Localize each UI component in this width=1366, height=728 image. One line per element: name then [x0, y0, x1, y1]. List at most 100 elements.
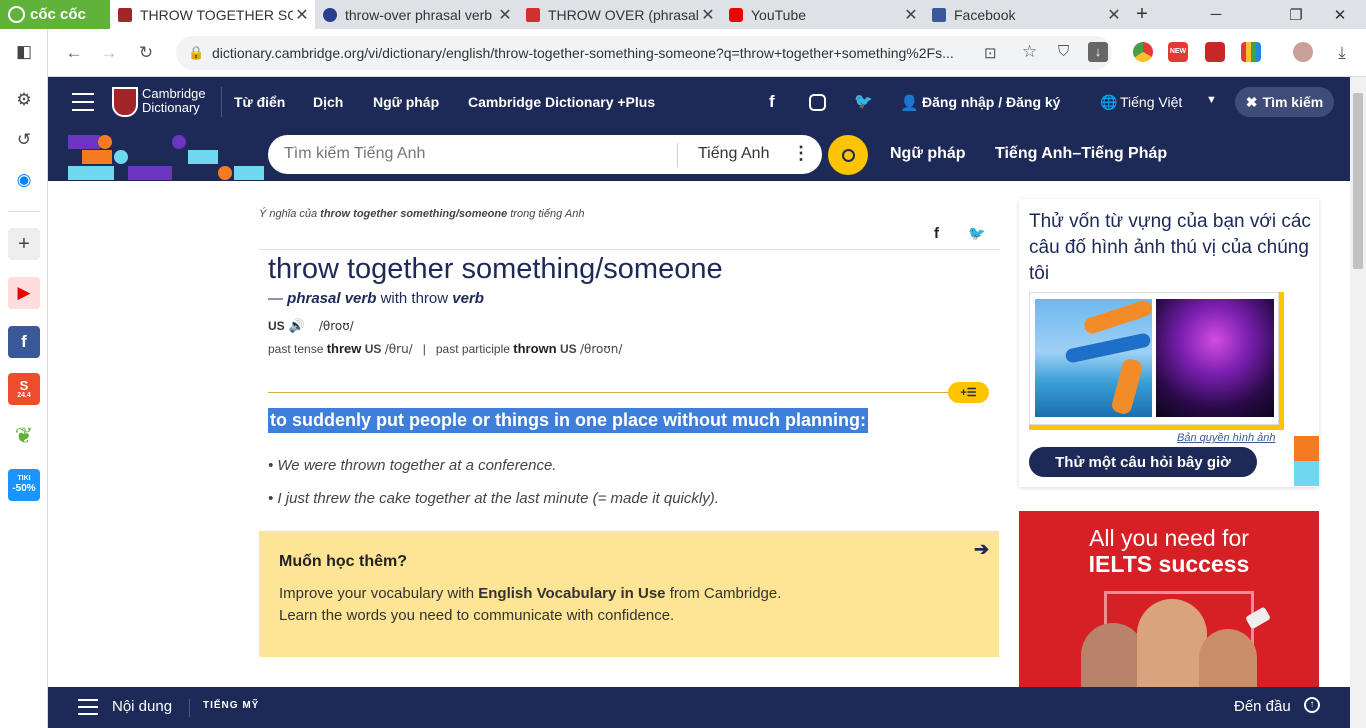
- browser-toolbar: ← → ↻ 🔒 dictionary.cambridge.org/vi/dict…: [48, 29, 1366, 77]
- login-link[interactable]: Đăng nhập / Đăng ký: [922, 94, 1060, 110]
- tab-throw-together[interactable]: THROW TOGETHER SOMETHING/SOMEONE ✕: [110, 0, 315, 29]
- youtube-icon: [729, 7, 743, 22]
- add-app-icon[interactable]: +: [8, 228, 40, 260]
- minimize-icon[interactable]: ─: [1196, 0, 1236, 29]
- share-twitter-icon[interactable]: 🐦: [968, 225, 985, 242]
- subnav-english-french[interactable]: Tiếng Anh–Tiếng Pháp: [995, 145, 1167, 163]
- green-leaf-app-icon[interactable]: ❦: [8, 420, 40, 452]
- youtube-app-icon[interactable]: ▶: [8, 277, 40, 309]
- decor-dot: [172, 135, 186, 149]
- instagram-icon[interactable]: [809, 94, 826, 111]
- bookmark-star-icon[interactable]: ☆: [1022, 42, 1037, 62]
- close-icon: ✖: [1245, 93, 1258, 110]
- coccoc-brand-button[interactable]: cốc cốc: [0, 0, 110, 29]
- nav-dictionary[interactable]: Từ điển: [234, 94, 285, 110]
- new-extension-icon[interactable]: NEW: [1168, 42, 1188, 62]
- scrollbar-thumb[interactable]: [1353, 93, 1363, 269]
- contents-link[interactable]: Nội dung: [112, 698, 172, 715]
- decor-block: [68, 135, 100, 149]
- quiz-image-card[interactable]: [1029, 292, 1279, 425]
- tab-youtube[interactable]: YouTube ✕: [721, 0, 924, 29]
- search-input[interactable]: [284, 143, 664, 165]
- facebook-icon: [932, 7, 946, 22]
- restore-window-icon[interactable]: ❐: [1276, 0, 1316, 29]
- sidebar-toggle-icon[interactable]: ◧: [8, 36, 40, 68]
- tab-throw-over-phrasal[interactable]: THROW OVER (phrasal verb) ✕: [518, 0, 721, 29]
- slide-shape: [1064, 332, 1152, 364]
- reload-icon[interactable]: ↻: [132, 39, 160, 67]
- learn-more-title: Muốn học thêm?: [279, 553, 407, 570]
- ad-line2: IELTS success: [1088, 551, 1250, 577]
- decor-block: [82, 150, 112, 164]
- bottom-bar: Nội dung TIẾNG MỸ Đến đầu ↑: [48, 687, 1350, 728]
- facebook-icon[interactable]: f: [769, 92, 775, 112]
- search-box: Tiếng Anh ⋮: [268, 135, 822, 174]
- cambridge-shield-icon: [118, 7, 132, 22]
- decor-block: [1294, 436, 1319, 461]
- back-to-top-link[interactable]: Đến đầu: [1234, 698, 1291, 715]
- copyright-link[interactable]: Bản quyền hình ảnh: [1177, 432, 1275, 444]
- menu-hamburger-icon[interactable]: [72, 93, 94, 111]
- site-logo[interactable]: Cambridge Dictionary: [142, 87, 206, 115]
- download-page-icon[interactable]: ↓: [1088, 42, 1108, 62]
- brand-label: cốc cốc: [30, 6, 86, 23]
- menu-hamburger-icon[interactable]: [78, 699, 98, 715]
- nav-grammar[interactable]: Ngữ pháp: [373, 94, 439, 110]
- learn-more-box[interactable]: Muốn học thêm? ➔ Improve your vocabulary…: [259, 531, 999, 657]
- more-options-icon[interactable]: ⋮: [792, 143, 810, 164]
- add-to-list-button[interactable]: +☰: [948, 382, 989, 403]
- shield-icon[interactable]: ⛉: [1058, 43, 1069, 60]
- ielts-ad[interactable]: All you need for IELTS success: [1019, 511, 1319, 687]
- new-tab-icon[interactable]: +: [1122, 0, 1162, 29]
- chrome-extension-icon[interactable]: [1133, 42, 1153, 62]
- search-toggle-button[interactable]: ✖ Tìm kiếm: [1235, 87, 1334, 117]
- tiki-app-icon[interactable]: TIKI -50%: [8, 469, 40, 501]
- arrow-right-icon[interactable]: ➔: [974, 539, 989, 560]
- translate-icon[interactable]: ⊡: [984, 44, 997, 62]
- quiz-title: Thử vốn từ vựng của bạn với các câu đố h…: [1029, 211, 1311, 284]
- close-tab-icon[interactable]: ✕: [699, 5, 717, 25]
- shopee-app-icon[interactable]: S 24.4: [8, 373, 40, 405]
- share-facebook-icon[interactable]: f: [934, 225, 939, 242]
- profile-avatar-icon[interactable]: [1293, 42, 1313, 62]
- close-window-icon[interactable]: ✕: [1320, 0, 1360, 29]
- arrow-up-icon[interactable]: ↑: [1304, 697, 1320, 713]
- example-2: • I just threw the cake together at the …: [268, 490, 719, 507]
- nav-translate[interactable]: Dịch: [313, 94, 343, 110]
- tab-throw-over[interactable]: throw-over phrasal verb ✕: [315, 0, 518, 29]
- search-button[interactable]: [828, 135, 868, 175]
- example-1: • We were thrown together at a conferenc…: [268, 457, 557, 474]
- header-divider: [221, 87, 222, 117]
- history-icon[interactable]: ↺: [8, 124, 40, 156]
- forward-arrow-icon[interactable]: →: [95, 39, 123, 67]
- decor-dot: [114, 150, 128, 164]
- globe-icon: 🌐: [1100, 94, 1118, 110]
- back-arrow-icon[interactable]: ←: [60, 39, 88, 67]
- close-tab-icon[interactable]: ✕: [1105, 5, 1123, 25]
- settings-gear-icon[interactable]: ⚙: [8, 84, 40, 116]
- facebook-app-icon[interactable]: f: [8, 326, 40, 358]
- close-tab-icon[interactable]: ✕: [902, 5, 920, 25]
- quiz-start-button[interactable]: Thử một câu hỏi bây giờ: [1029, 447, 1257, 477]
- dialect-label[interactable]: TIẾNG MỸ: [203, 700, 259, 711]
- speaker-icon[interactable]: 🔊: [289, 318, 305, 334]
- page-scrollbar[interactable]: [1350, 77, 1366, 728]
- tab-facebook[interactable]: Facebook ✕: [924, 0, 1127, 29]
- downloads-icon[interactable]: ⤓: [1328, 39, 1356, 67]
- close-tab-icon[interactable]: ✕: [496, 5, 514, 25]
- search-language[interactable]: Tiếng Anh: [698, 145, 769, 163]
- color-extension-icon[interactable]: [1241, 42, 1261, 62]
- sidebar-divider: [8, 211, 40, 212]
- red-extension-icon[interactable]: [1205, 42, 1225, 62]
- nav-plus[interactable]: Cambridge Dictionary +Plus: [468, 94, 655, 110]
- lock-icon: 🔒: [188, 45, 205, 60]
- decor-block: [1294, 461, 1319, 486]
- close-tab-icon[interactable]: ✕: [293, 5, 311, 25]
- twitter-icon[interactable]: 🐦: [854, 92, 873, 110]
- address-bar[interactable]: 🔒 dictionary.cambridge.org/vi/dictionary…: [176, 36, 1112, 70]
- search-icon: [841, 148, 855, 162]
- messenger-icon[interactable]: ◉: [8, 164, 40, 196]
- meaning-caption: Ý nghĩa của throw together something/som…: [259, 208, 585, 220]
- subnav-grammar[interactable]: Ngữ pháp: [890, 145, 966, 163]
- language-selector[interactable]: Tiếng Việt: [1120, 94, 1182, 110]
